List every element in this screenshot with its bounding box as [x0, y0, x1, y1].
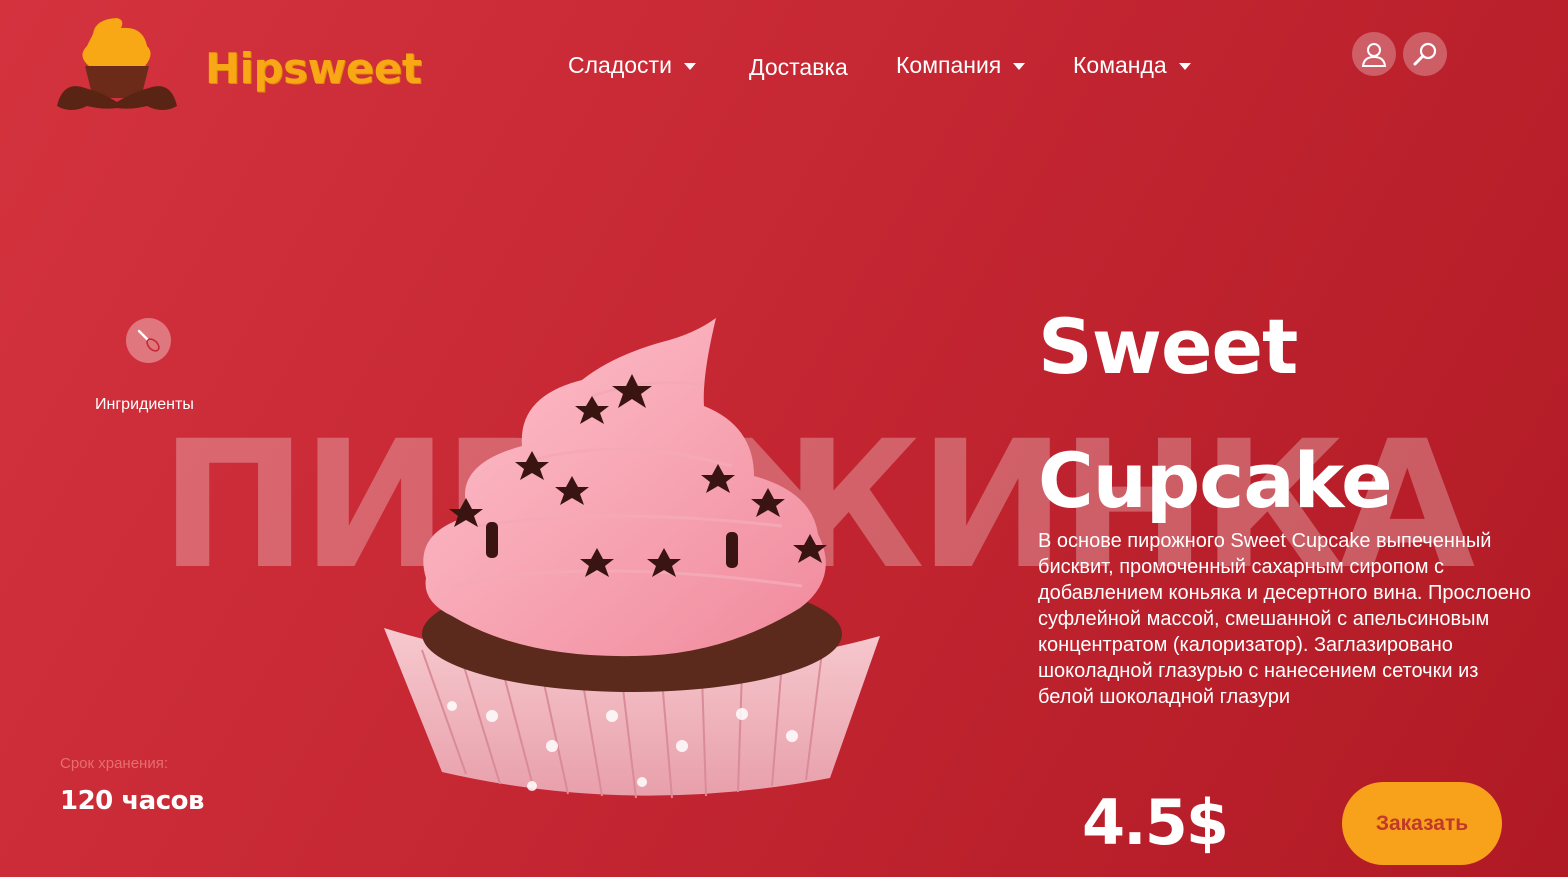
- chevron-down-icon: [1013, 63, 1026, 70]
- chevron-down-icon: [683, 63, 696, 70]
- user-button[interactable]: [1352, 32, 1396, 76]
- shelf-life-value: 120 часов: [60, 786, 204, 816]
- nav-item-team[interactable]: Команда: [1073, 52, 1191, 79]
- whisk-icon: [137, 329, 160, 352]
- cupcake-mustache-logo-icon: [57, 18, 177, 110]
- chevron-down-icon: [1178, 63, 1191, 70]
- nav-item-sweets[interactable]: Сладости: [568, 52, 696, 79]
- search-button[interactable]: [1403, 32, 1447, 76]
- product-title-line1: Sweet: [1038, 302, 1298, 391]
- shelf-life-label: Срок хранения:: [60, 755, 169, 772]
- product-description: В основе пирожного Sweet Cupcake выпечен…: [1038, 530, 1531, 708]
- order-button[interactable]: Заказать: [1342, 782, 1502, 865]
- search-icon: [1413, 42, 1437, 66]
- ingredients-button[interactable]: [126, 318, 171, 363]
- nav-item-company[interactable]: Компания: [896, 52, 1026, 79]
- nav-item-label: Компания: [896, 52, 1002, 78]
- nav-item-label: Сладости: [568, 52, 672, 78]
- nav-item-delivery[interactable]: Доставка: [749, 54, 848, 81]
- brand-logo[interactable]: Hipsweet: [55, 14, 422, 116]
- nav-item-label: Команда: [1073, 52, 1167, 78]
- ingredients-label: Ингридиенты: [95, 396, 194, 413]
- user-icon: [1361, 43, 1387, 67]
- brand-name: Hipsweet: [205, 43, 422, 93]
- product-title: Sweet Cupcake: [1038, 280, 1518, 548]
- cupcake-image: [384, 318, 880, 799]
- nav-item-label: Доставка: [749, 54, 848, 80]
- product-price: 4.5$: [1082, 786, 1229, 859]
